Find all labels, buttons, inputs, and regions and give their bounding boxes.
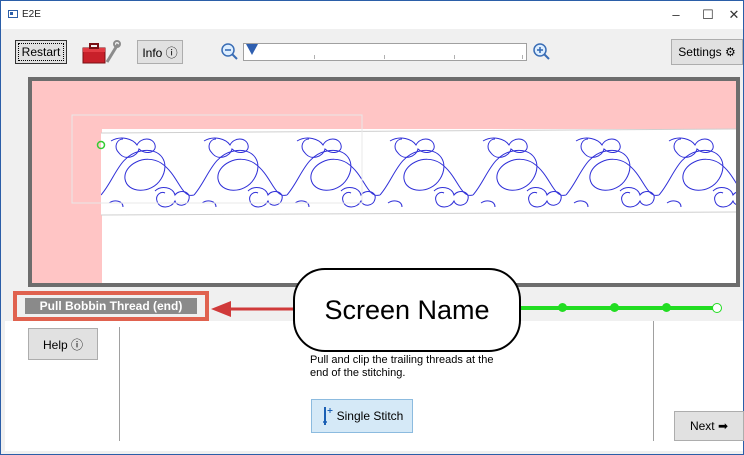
close-button[interactable]: ✕ [719,5,744,25]
single-stitch-label: Single Stitch [336,409,404,423]
progress-step [558,303,567,312]
stitch-pattern [71,114,736,216]
window-title: E2E [22,9,41,20]
zoom-slider[interactable] [243,43,527,61]
instruction-text: Pull and clip the trailing threads at th… [310,354,494,379]
single-stitch-button[interactable]: Single Stitch [311,399,413,433]
settings-button[interactable]: Settings ⚙ [671,39,743,65]
zoom-out-icon[interactable] [219,41,239,61]
app-window: E2E – ☐ ✕ Restart Info ⓘ Settings ⚙ Help… [0,0,744,455]
help-button[interactable]: Help ⓘ [28,328,98,360]
progress-bar [496,303,722,313]
progress-end-marker [712,303,722,313]
screen-name-label: Pull Bobbin Thread (end) [25,298,197,314]
quilt-canvas[interactable] [32,81,736,283]
screen-name-highlight: Pull Bobbin Thread (end) [13,291,209,321]
quilt-preview [28,77,740,287]
app-icon [8,10,18,18]
restart-button[interactable]: Restart [15,40,67,64]
panel-divider-right [653,321,654,441]
zoom-in-icon[interactable] [531,41,551,61]
toolbox-icon[interactable] [81,38,121,66]
progress-step [662,303,671,312]
toolbar: Restart Info ⓘ Settings ⚙ [1,29,743,69]
minimize-button[interactable]: – [661,5,691,25]
screen-name-callout: Screen Name [293,268,521,352]
needle-icon [322,407,333,425]
progress-step [610,303,619,312]
info-button[interactable]: Info ⓘ [137,40,183,64]
next-button[interactable]: Next ➡ [674,411,744,441]
title-bar: E2E – ☐ ✕ [1,1,743,29]
zoom-slider-thumb[interactable] [246,44,258,55]
panel-divider-left [119,327,120,441]
callout-arrow [211,301,295,317]
